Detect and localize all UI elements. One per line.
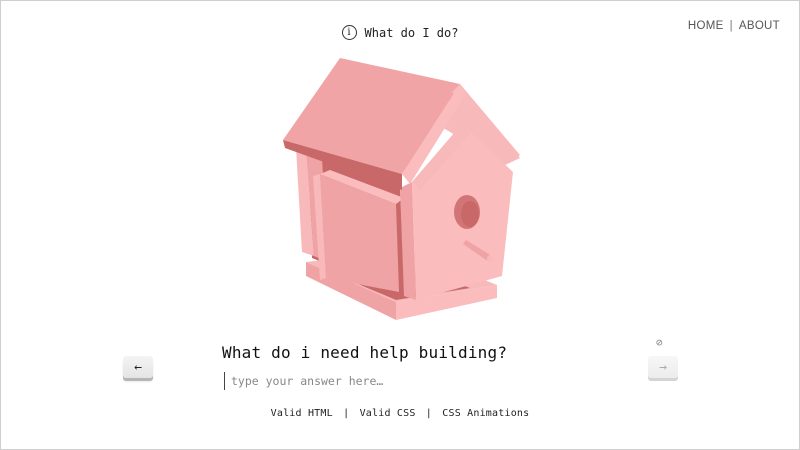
perch-end bbox=[487, 255, 493, 263]
arrow-right-icon: → bbox=[659, 359, 667, 375]
footer: Valid HTML | Valid CSS | CSS Animations bbox=[0, 408, 800, 419]
arrow-left-icon: ← bbox=[134, 359, 142, 375]
footer-separator: | bbox=[425, 408, 433, 419]
entrance-hole-inner bbox=[461, 201, 479, 227]
footer-link-valid-html[interactable]: Valid HTML bbox=[271, 408, 333, 419]
birdhouse-icon bbox=[283, 58, 520, 320]
footer-separator: | bbox=[343, 408, 350, 419]
question-text: What do i need help building? bbox=[222, 343, 508, 362]
next-button[interactable]: → bbox=[648, 356, 678, 378]
disabled-icon: ⊘ bbox=[656, 336, 663, 349]
footer-link-css-animations[interactable]: CSS Animations bbox=[442, 408, 529, 419]
previous-button[interactable]: ← bbox=[123, 356, 153, 378]
footer-link-valid-css[interactable]: Valid CSS bbox=[360, 408, 416, 419]
page-title: What do I do? bbox=[364, 25, 459, 40]
info-header: i What do I do? bbox=[0, 25, 800, 40]
answer-input[interactable] bbox=[224, 372, 571, 390]
info-icon[interactable]: i bbox=[341, 25, 357, 40]
